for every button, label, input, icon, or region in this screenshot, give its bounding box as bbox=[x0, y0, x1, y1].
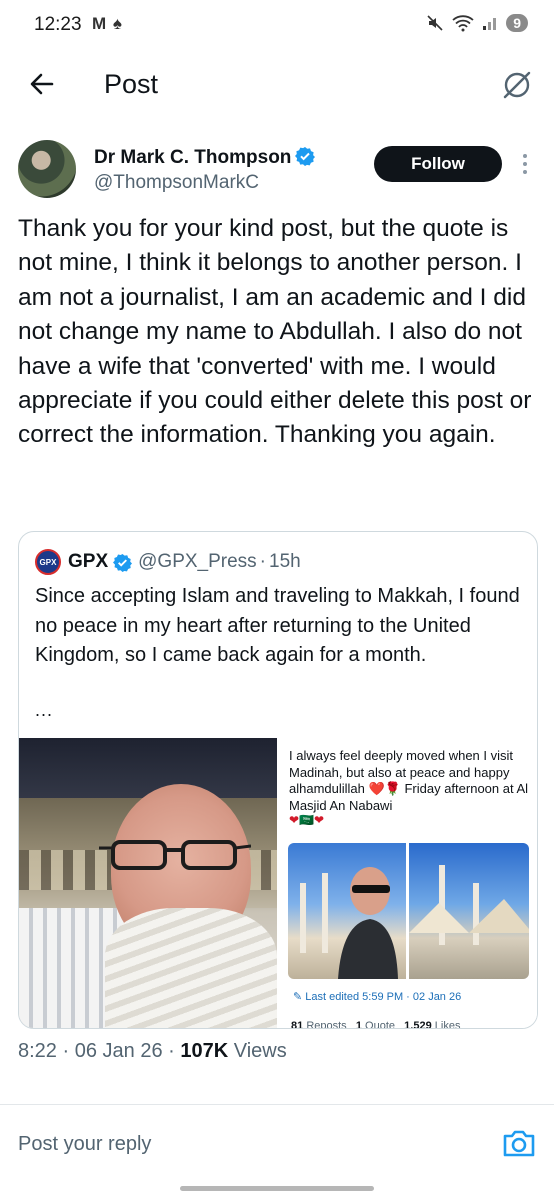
post-timestamp: 8:22 · 06 Jan 26 · 107K Views bbox=[18, 1040, 287, 1062]
screenshot-reposts-label: Reposts bbox=[306, 1020, 347, 1028]
minaret bbox=[300, 883, 306, 953]
home-indicator[interactable] bbox=[180, 1186, 374, 1191]
screenshot-quotes: 1 bbox=[355, 1020, 362, 1028]
author-name-text: Dr Mark C. Thompson bbox=[94, 147, 292, 168]
post-text: Thank you for your kind post, but the qu… bbox=[18, 215, 532, 449]
more-icon[interactable] bbox=[518, 152, 532, 176]
screenshot-text: I always feel deeply moved when I visit … bbox=[289, 748, 529, 813]
verified-badge-icon bbox=[113, 553, 133, 572]
signal-icon bbox=[483, 18, 497, 30]
white-scarf bbox=[105, 908, 277, 1028]
post-author-row: Dr Mark C. Thompson @ThompsonMarkC Follo… bbox=[0, 136, 554, 206]
verified-badge-icon bbox=[295, 147, 316, 166]
screenshot-likes: 1,529 bbox=[404, 1020, 432, 1028]
author-avatar[interactable] bbox=[18, 140, 76, 198]
screenshot-photo-man bbox=[288, 843, 406, 979]
post-date: 06 Jan 26 bbox=[74, 1040, 163, 1062]
author-name[interactable]: Dr Mark C. Thompson bbox=[94, 146, 316, 169]
post-views-count[interactable]: 107K bbox=[180, 1040, 228, 1062]
author-handle[interactable]: @ThompsonMarkC bbox=[94, 172, 259, 194]
back-arrow-icon[interactable] bbox=[26, 68, 58, 100]
wifi-icon bbox=[452, 15, 474, 32]
divider bbox=[0, 1104, 554, 1105]
battery-icon: 9 bbox=[506, 14, 528, 32]
grok-icon[interactable] bbox=[500, 68, 534, 102]
man-figure bbox=[338, 867, 398, 979]
quoted-post-header: GPX GPX @GPX_Press · 15h bbox=[35, 548, 301, 576]
status-bar: 12:23 M ♠ 9 bbox=[0, 0, 554, 52]
post-time: 8:22 bbox=[18, 1040, 57, 1062]
screenshot-edited-text: Last edited 5:59 PM · 02 Jan 26 bbox=[305, 991, 462, 1003]
minaret bbox=[322, 873, 328, 953]
screenshot-reposts: 81 bbox=[291, 1020, 304, 1028]
quoted-post-ellipsis: ... bbox=[35, 700, 54, 720]
quoted-post[interactable]: GPX GPX @GPX_Press · 15h Since accepting… bbox=[18, 531, 538, 1029]
quoted-post-text: Since accepting Islam and traveling to M… bbox=[35, 585, 520, 666]
glasses-icon bbox=[99, 840, 251, 870]
status-time: 12:23 bbox=[34, 14, 82, 35]
screenshot-edited-label: ✎ Last edited 5:59 PM · 02 Jan 26 bbox=[293, 990, 461, 1003]
status-right: 9 bbox=[426, 14, 528, 32]
dot-separator: · bbox=[259, 551, 266, 572]
screenshot-emoji: ❤🇸🇦❤ bbox=[289, 813, 325, 827]
screenshot-quotes-label: Quote bbox=[365, 1020, 395, 1028]
screenshot-stats: 81 Reposts 1 Quote 1,529 Likes bbox=[291, 1020, 460, 1028]
follow-button[interactable]: Follow bbox=[374, 146, 502, 182]
notification-icons: M ♠ bbox=[92, 14, 123, 33]
reply-input[interactable] bbox=[18, 1128, 478, 1160]
quoted-photo-screenshot[interactable]: I always feel deeply moved when I visit … bbox=[281, 738, 537, 1028]
quoted-post-age: 15h bbox=[269, 551, 301, 572]
quoted-author-handle: @GPX_Press bbox=[138, 551, 257, 572]
screenshot-likes-label: Likes bbox=[434, 1020, 461, 1028]
quoted-photo-selfie[interactable] bbox=[19, 738, 277, 1028]
screenshot-photo-mosque bbox=[409, 843, 529, 979]
quoted-author-name: GPX bbox=[68, 551, 109, 572]
pencil-icon: ✎ bbox=[293, 991, 306, 1003]
quoted-avatar: GPX bbox=[35, 549, 61, 575]
page-title: Post bbox=[104, 69, 159, 99]
top-app-bar: Post bbox=[0, 52, 554, 118]
umbrella-canopy bbox=[409, 899, 529, 933]
camera-icon[interactable] bbox=[502, 1127, 536, 1159]
post-views-label: Views bbox=[233, 1040, 287, 1062]
mute-icon bbox=[427, 15, 443, 31]
